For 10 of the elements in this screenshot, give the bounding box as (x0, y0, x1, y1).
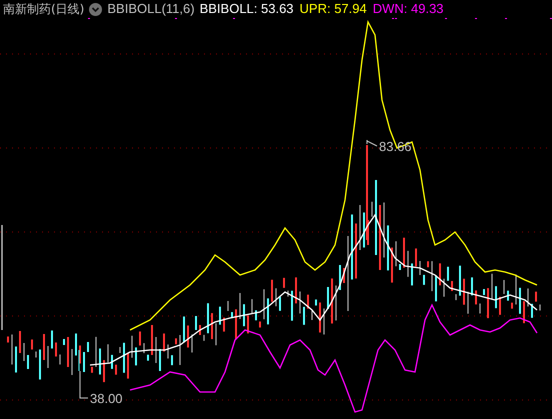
indicator-name: BBIBOLL(11,6) (107, 0, 195, 18)
indicator-value: BBIBOLL: 53.63 (200, 0, 294, 18)
leader-line (366, 140, 378, 146)
indicator-value: DWN: 49.33 (372, 0, 444, 18)
indicator-value: UPR: 57.94 (300, 0, 367, 18)
leader-line (80, 370, 88, 398)
price-label: 38.00 (90, 391, 123, 406)
price-label: 83.66 (379, 139, 412, 154)
stock-title: 南新制药(日线) (3, 1, 84, 18)
dropdown-icon[interactable] (89, 2, 102, 16)
